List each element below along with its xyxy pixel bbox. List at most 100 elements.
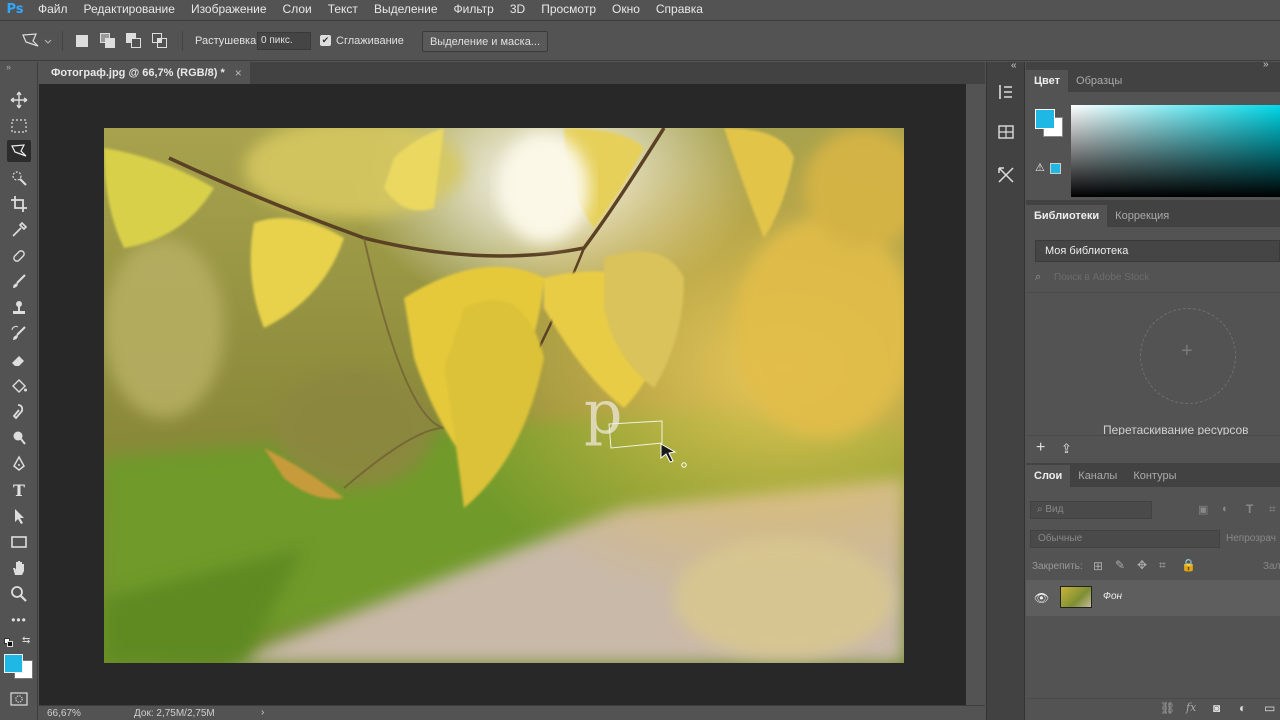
menu-type[interactable]: Текст: [320, 0, 366, 19]
more-tools-icon[interactable]: •••: [7, 609, 31, 631]
foreground-color-swatch[interactable]: [4, 654, 23, 673]
filter-shape-icon[interactable]: ⌗: [1269, 502, 1276, 517]
add-asset-icon: +: [1181, 340, 1193, 362]
expand-strip-icon[interactable]: «: [1011, 60, 1017, 71]
quick-selection-tool-icon[interactable]: [7, 167, 31, 189]
menu-view[interactable]: Просмотр: [533, 0, 604, 19]
healing-brush-tool-icon[interactable]: [7, 245, 31, 267]
tab-layers[interactable]: Слои: [1026, 465, 1071, 487]
status-menu-arrow-icon[interactable]: ›: [261, 707, 264, 718]
opacity-label: Непрозрач: [1226, 533, 1276, 544]
path-selection-tool-icon[interactable]: [7, 505, 31, 527]
collapsed-panels-strip: «: [986, 60, 1025, 720]
layer-name[interactable]: Фон: [1103, 591, 1122, 602]
menu-help[interactable]: Справка: [648, 0, 711, 19]
pen-tool-icon[interactable]: [7, 453, 31, 475]
lasso-tool-icon[interactable]: [7, 140, 31, 162]
blend-mode-select[interactable]: Обычные: [1030, 530, 1220, 548]
history-brush-tool-icon[interactable]: [7, 323, 31, 345]
menu-file[interactable]: Файл: [30, 0, 76, 19]
move-tool-icon[interactable]: [7, 89, 31, 111]
search-icon: ⌕: [1035, 271, 1042, 283]
options-bar: Растушевка: 0 пикс. ✔ Сглаживание Выделе…: [0, 20, 1280, 61]
swap-colors-icon[interactable]: ⇆: [22, 635, 30, 646]
color-panel-tabs: Цвет Образцы: [1026, 70, 1280, 92]
rectangle-tool-icon[interactable]: [7, 531, 31, 553]
history-panel-icon[interactable]: [996, 82, 1016, 102]
new-group-icon[interactable]: ▭: [1264, 701, 1275, 715]
filter-type-icon[interactable]: T: [1246, 502, 1253, 516]
eyedropper-tool-icon[interactable]: [7, 219, 31, 241]
upload-icon[interactable]: ⇪: [1061, 441, 1072, 457]
vertical-scrollbar[interactable]: [966, 84, 985, 705]
tab-paths[interactable]: Контуры: [1125, 465, 1184, 487]
lock-position-icon[interactable]: ✥: [1137, 558, 1147, 572]
filter-adjustment-icon[interactable]: ◐: [1222, 503, 1229, 515]
canvas-area[interactable]: p: [39, 84, 966, 705]
menu-3d[interactable]: 3D: [502, 0, 533, 19]
tab-channels[interactable]: Каналы: [1070, 465, 1125, 487]
color-panel-foreground-swatch[interactable]: [1035, 109, 1055, 129]
autumn-leaves-photo[interactable]: p: [104, 128, 904, 663]
menu-image[interactable]: Изображение: [183, 0, 275, 19]
color-spectrum-field[interactable]: [1071, 105, 1280, 197]
dodge-tool-icon[interactable]: [7, 427, 31, 449]
tool-preset-picker[interactable]: [20, 31, 52, 51]
type-tool-icon[interactable]: T: [7, 479, 31, 501]
menu-select[interactable]: Выделение: [366, 0, 446, 19]
prevent-auto-nesting-icon[interactable]: ⌗: [1159, 558, 1166, 573]
layer-row[interactable]: 👁 Фон: [1026, 580, 1280, 616]
lock-transparent-pixels-icon[interactable]: ⊞: [1093, 559, 1103, 573]
collapse-panels-icon[interactable]: »: [1263, 59, 1269, 70]
add-library-item-icon[interactable]: +: [1036, 439, 1045, 457]
lock-all-icon[interactable]: 🔒: [1181, 558, 1196, 572]
out-of-gamut-warning-icon[interactable]: ⚠: [1035, 161, 1045, 174]
intersect-selection-button[interactable]: [152, 33, 168, 49]
antialias-label: Сглаживание: [336, 35, 404, 47]
brush-tool-icon[interactable]: [7, 271, 31, 293]
collapse-toolbar-icon[interactable]: »: [6, 62, 11, 72]
actions-panel-icon[interactable]: [996, 165, 1016, 185]
new-adjustment-layer-icon[interactable]: ◐: [1239, 701, 1246, 715]
eye-visibility-icon[interactable]: 👁: [1034, 591, 1049, 605]
default-colors-icon[interactable]: [4, 638, 14, 648]
clone-stamp-tool-icon[interactable]: [7, 297, 31, 319]
lock-image-pixels-icon[interactable]: ✎: [1115, 558, 1125, 572]
new-selection-button[interactable]: [74, 33, 90, 49]
subtract-from-selection-button[interactable]: [126, 33, 142, 49]
tab-adjustments[interactable]: Коррекция: [1107, 205, 1177, 227]
quick-mask-icon[interactable]: [10, 692, 28, 706]
link-layers-icon[interactable]: ⛓: [1160, 701, 1175, 715]
stock-search-input[interactable]: Поиск в Adobe Stock: [1054, 272, 1149, 283]
tab-libraries[interactable]: Библиотеки: [1026, 205, 1108, 227]
document-title: Фотограф.jpg @ 66,7% (RGB/8) *: [51, 67, 225, 79]
web-safe-color-swatch[interactable]: [1050, 163, 1061, 174]
tab-color[interactable]: Цвет: [1026, 70, 1069, 92]
library-select[interactable]: Моя библиотека: [1035, 240, 1280, 262]
filter-pixel-icon[interactable]: ▣: [1198, 503, 1208, 516]
zoom-level[interactable]: 66,67%: [47, 708, 81, 719]
add-mask-icon[interactable]: ◙: [1213, 701, 1220, 715]
document-tab[interactable]: Фотограф.jpg @ 66,7% (RGB/8) * ×: [39, 62, 250, 84]
menu-edit[interactable]: Редактирование: [76, 0, 183, 19]
marquee-tool-icon[interactable]: [7, 115, 31, 137]
hand-tool-icon[interactable]: [7, 557, 31, 579]
paint-bucket-tool-icon[interactable]: [7, 375, 31, 397]
zoom-tool-icon[interactable]: [7, 583, 31, 605]
properties-panel-icon[interactable]: [996, 122, 1016, 142]
eraser-tool-icon[interactable]: [7, 349, 31, 371]
fill-label: Зал: [1263, 561, 1280, 572]
menu-layer[interactable]: Слои: [275, 0, 320, 19]
smudge-tool-icon[interactable]: [7, 401, 31, 423]
select-and-mask-button[interactable]: Выделение и маска...: [422, 31, 548, 52]
layer-kind-filter[interactable]: ⌕ Вид: [1030, 501, 1152, 519]
menu-window[interactable]: Окно: [604, 0, 648, 19]
antialias-checkbox[interactable]: ✔: [320, 35, 331, 46]
crop-tool-icon[interactable]: [7, 193, 31, 215]
feather-input[interactable]: 0 пикс.: [257, 32, 311, 50]
tab-swatches[interactable]: Образцы: [1068, 70, 1130, 92]
close-document-icon[interactable]: ×: [235, 66, 242, 80]
layer-style-icon[interactable]: fx: [1186, 701, 1196, 714]
menu-filter[interactable]: Фильтр: [446, 0, 502, 19]
add-to-selection-button[interactable]: [100, 33, 116, 49]
